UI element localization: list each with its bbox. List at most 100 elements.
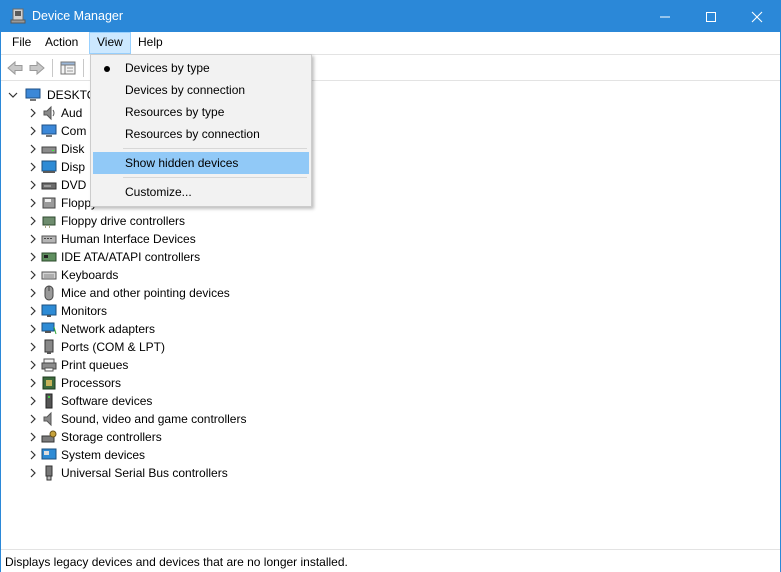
hid-icon: [41, 235, 57, 244]
tree-category-label: Human Interface Devices: [61, 232, 196, 246]
tree-category-row[interactable]: Network adapters: [27, 320, 427, 338]
menu-item-customize[interactable]: Customize...: [93, 181, 309, 203]
chevron-right-icon[interactable]: [27, 179, 39, 191]
floppy-controller-icon: [42, 216, 56, 228]
chevron-right-icon[interactable]: [27, 143, 39, 155]
tree-category-row[interactable]: Keyboards: [27, 266, 427, 284]
storage-controller-icon: [41, 430, 57, 443]
minimize-button[interactable]: [642, 1, 688, 32]
back-arrow-icon[interactable]: [6, 59, 24, 77]
tree-category-row[interactable]: Mice and other pointing devices: [27, 284, 427, 302]
title-bar: Device Manager: [1, 1, 780, 32]
chevron-right-icon[interactable]: [27, 449, 39, 461]
chevron-right-icon[interactable]: [27, 287, 39, 299]
tree-category-label: Disp: [61, 160, 86, 174]
menu-view[interactable]: View: [89, 32, 131, 54]
chevron-right-icon[interactable]: [27, 197, 39, 209]
computer-root-icon: [25, 88, 41, 101]
menu-separator: [123, 148, 307, 149]
toolbar-separator: [83, 59, 84, 77]
sound-icon: [43, 411, 52, 427]
tree-category-label: Sound, video and game controllers: [61, 412, 247, 426]
properties-pane-icon[interactable]: [59, 59, 77, 77]
menu-item-label: Devices by connection: [125, 83, 246, 97]
display-adapter-icon: [41, 160, 57, 173]
disk-drive-icon: [41, 146, 57, 154]
tree-category-row[interactable]: Human Interface Devices: [27, 230, 427, 248]
menu-item-resources-by-connection[interactable]: Resources by connection: [93, 123, 309, 145]
chevron-right-icon[interactable]: [27, 323, 39, 335]
tree-category-label: Monitors: [61, 304, 108, 318]
chevron-right-icon[interactable]: [27, 233, 39, 245]
device-manager-icon: [10, 8, 26, 24]
close-button[interactable]: [734, 1, 780, 32]
tree-category-row[interactable]: Processors: [27, 374, 427, 392]
chevron-right-icon[interactable]: [27, 377, 39, 389]
tree-category-label: System devices: [61, 448, 146, 462]
tree-root-label: DESKTO: [47, 88, 97, 102]
tree-category-label: Com: [61, 124, 87, 138]
tree-category-label: Storage controllers: [61, 430, 162, 444]
toolbar-separator: [52, 59, 53, 77]
menu-item-show-hidden-devices[interactable]: Show hidden devices: [93, 152, 309, 174]
mouse-icon: [44, 285, 54, 301]
chevron-right-icon[interactable]: [27, 107, 39, 119]
tree-category-row[interactable]: Software devices: [27, 392, 427, 410]
tree-category-label: Print queues: [61, 358, 129, 372]
ide-controller-icon: [41, 252, 57, 262]
system-device-icon: [41, 448, 57, 460]
monitor-icon: [41, 304, 57, 317]
chevron-right-icon[interactable]: [27, 341, 39, 353]
tree-category-row[interactable]: Universal Serial Bus controllers: [27, 464, 427, 482]
chevron-right-icon[interactable]: [27, 467, 39, 479]
maximize-button[interactable]: [688, 1, 734, 32]
tree-category-label: Keyboards: [61, 268, 119, 282]
tree-category-row[interactable]: IDE ATA/ATAPI controllers: [27, 248, 427, 266]
tree-category-label: Mice and other pointing devices: [61, 286, 230, 300]
menu-action[interactable]: Action: [38, 32, 85, 54]
device-manager-window: Device Manager File Action View Help DES…: [0, 0, 781, 572]
tree-category-label: Floppy drive controllers: [61, 214, 186, 228]
status-text: Displays legacy devices and devices that…: [5, 555, 348, 569]
menu-item-devices-by-type[interactable]: Devices by type: [93, 57, 309, 79]
chevron-right-icon[interactable]: [27, 431, 39, 443]
tree-category-row[interactable]: Print queues: [27, 356, 427, 374]
tree-category-label: Software devices: [61, 394, 153, 408]
chevron-right-icon[interactable]: [27, 161, 39, 173]
tree-category-label: Disk: [61, 142, 85, 156]
tree-category-row[interactable]: System devices: [27, 446, 427, 464]
menu-help[interactable]: Help: [131, 32, 170, 54]
tree-category-row[interactable]: Sound, video and game controllers: [27, 410, 427, 428]
tree-category-row[interactable]: Floppy drive controllers: [27, 212, 427, 230]
menu-file[interactable]: File: [5, 32, 38, 54]
port-icon: [44, 339, 54, 354]
chevron-right-icon[interactable]: [27, 359, 39, 371]
view-menu-dropdown: Devices by type Devices by connection Re…: [90, 54, 312, 207]
menu-item-label: Devices by type: [125, 61, 210, 75]
menu-bar: File Action View Help: [1, 32, 780, 54]
floppy-disk-icon: [42, 197, 56, 209]
chevron-right-icon[interactable]: [27, 395, 39, 407]
chevron-right-icon[interactable]: [27, 305, 39, 317]
radio-bullet-icon: [104, 66, 110, 72]
menu-item-label: Customize...: [125, 185, 192, 199]
tree-category-label: Universal Serial Bus controllers: [61, 466, 228, 480]
chevron-down-icon[interactable]: [7, 89, 19, 101]
tree-category-row[interactable]: Storage controllers: [27, 428, 427, 446]
chevron-right-icon[interactable]: [27, 251, 39, 263]
computer-icon: [41, 124, 57, 137]
chevron-right-icon[interactable]: [27, 269, 39, 281]
tree-category-row[interactable]: Monitors: [27, 302, 427, 320]
tree-category-label: Ports (COM & LPT): [61, 340, 166, 354]
chevron-right-icon[interactable]: [27, 125, 39, 137]
tree-category-row[interactable]: Ports (COM & LPT): [27, 338, 427, 356]
dvd-drive-icon: [41, 182, 57, 190]
menu-item-label: Resources by type: [125, 105, 225, 119]
status-bar: Displays legacy devices and devices that…: [1, 549, 780, 572]
tree-category-label: Network adapters: [61, 322, 156, 336]
menu-item-resources-by-type[interactable]: Resources by type: [93, 101, 309, 123]
menu-item-devices-by-connection[interactable]: Devices by connection: [93, 79, 309, 101]
chevron-right-icon[interactable]: [27, 215, 39, 227]
forward-arrow-icon[interactable]: [28, 59, 46, 77]
chevron-right-icon[interactable]: [27, 413, 39, 425]
